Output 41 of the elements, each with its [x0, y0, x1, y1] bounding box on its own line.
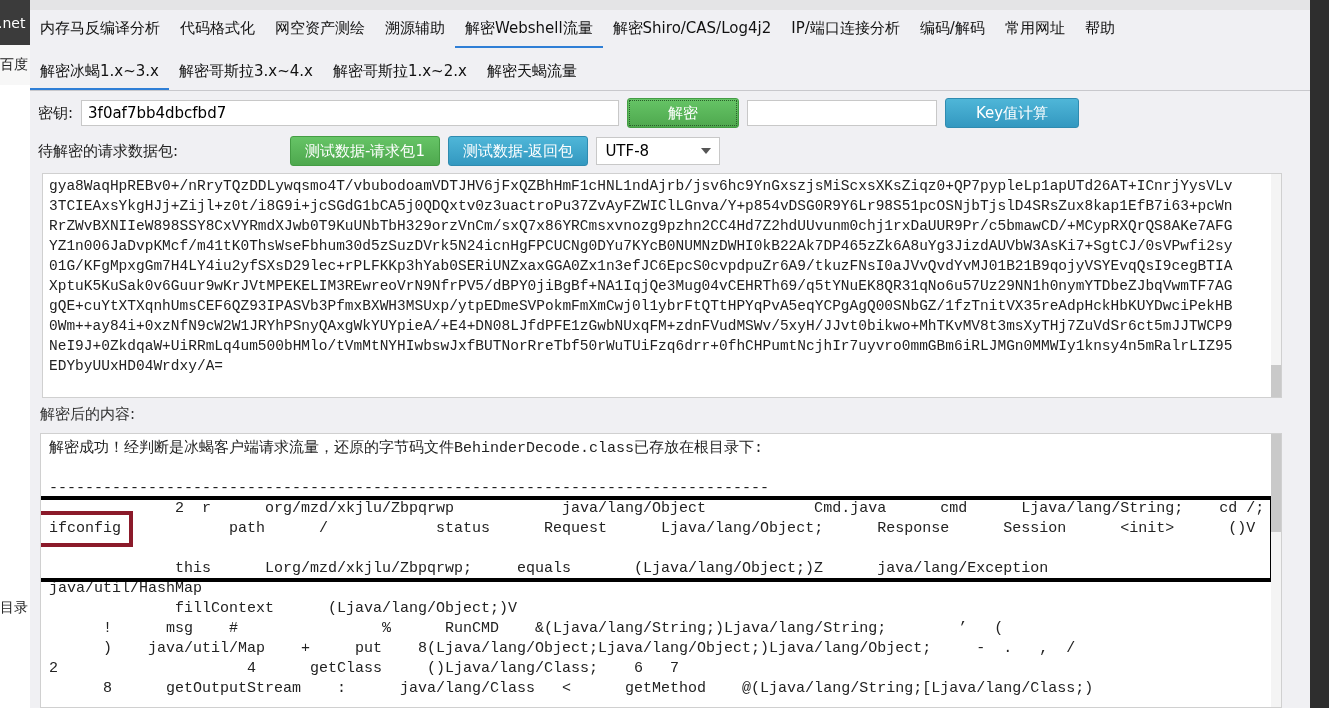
menu-tab[interactable]: 常用网址 — [994, 10, 1075, 48]
output-line: ! msg # % RunCMD &(Ljava/lang/String;)Ljava/lang/String; ’ ( — [102, 619, 1005, 639]
scrollbar[interactable] — [1271, 174, 1281, 397]
scrollbar[interactable] — [1271, 434, 1281, 707]
sub-tab[interactable]: 解密天蝎流量 — [476, 54, 587, 90]
menu-tab[interactable]: 编码/解码 — [909, 10, 995, 48]
menu-tab[interactable]: 解密Shiro/CAS/Log4j2 — [602, 10, 782, 48]
browser-tab-text: .net — [0, 14, 26, 31]
menu-tab[interactable]: 网空资产测绘 — [265, 10, 375, 48]
ciphertext-field[interactable] — [42, 173, 1282, 398]
menu-tab[interactable]: 内存马反编译分析 — [30, 10, 170, 48]
menu-tab[interactable]: 溯源辅助 — [375, 10, 455, 48]
output-line: path / status Request Ljava/lang/Object; Response Session <init> ()V — [228, 520, 1256, 537]
key-calc-input[interactable] — [747, 100, 938, 126]
output-line: java/util/HashMap — [49, 579, 204, 599]
result-label: 解密后的内容: — [40, 405, 137, 425]
sub-tab[interactable]: 解密哥斯拉3.x~4.x — [168, 54, 323, 90]
browser-page-text: 目录 — [0, 599, 28, 617]
key-input[interactable]: 3f0af7bb4dbcfbd7 — [81, 100, 620, 126]
output-line: this Lorg/mzd/xkjlu/Zbpqrwp; equals (Ljava/lang/Object;)Z java/lang/Exception — [174, 559, 1050, 579]
menu-tab[interactable]: 帮助 — [1074, 10, 1125, 48]
request-label: 待解密的请求数据包: — [38, 141, 180, 161]
ciphertext-text: gya8WaqHpREBv0+/nRryTQzDDLywqsmo4T/vbubodoamVDTJHV6jFxQZBhHmF1cHNL1ndAjrb/jsv6hc9YnGxszjsMiScxsXKsZiqz0+QP7pypleLp1apUTd26AT+ICnrjYysVLv 3TCIEAxsYkgHJj+Zijl+z0t/i8G9i+jcSGdG1bCA5j0QDQxtv0z3uactroPu37ZvAyFZWIClLGnva/Y+p854vDSG0R9Y6Lr98S51pcOSNjbTjslD4SRsZux8kap1EfB7i63+pcWn RrZWvBXNIIeW898SSY8CxVYRmdXJwb0T9KuUNbTbH329orzVnCm/sxQ7x86YRCmsxvnozg9pzhn2CC4Hd7Z2hdUUvunm0chj1rxDaUUR9Pr/c5bmawCD/+MCypRXQrQS8AKe7AFG YZ1n006JaDvpKMcf/m41tK0ThsWseFbhum30d5zSuzDVrk5N24icnHgFPCUCNg0DYu7KYcB0NUMNzDWHI0kB22Ak7DP465zZk6A8uYg3JizdAUVbW3AsKi7+SgtCJ/0sVPwfi2sy 01G/KFgMpxgGm7H4LY4iu2yfSXsD29lec+rPLFKKp3hYab0SERiUNZxaxGGA0Zx1n3efJC6EpcS0cvpdpuZr6A9/tkuzFNsI0aJVvQvdYvMJ01B21B9qojyVSYEvqQsI9cegBTIA XptuK5KuSak0v6Guur9wKrJVtMPEKELIM3REwreoVrN9NfrPV5/dBPY0jiBgBf+NA1IqjQe3Mug04vCEHRTh69/q5tYNuEK8QR31qNo6u57Uz29NN1h0nymYTDbeZJbqVwmTF7AG gQE+cuYtXTXqnhUmsCEF6QZ93IPASVb3PfmxBXWH3MSUxp/ytpEDmeSVPokmFmXmCwj0l1ybrFtQTtHPYqPvA5eqYCPgAgQ00SNbGZ/1fzTnitVX35reAdpHckHbKUYDwciPekHB 0Wm++ay84i+0xzNfN9cW2W1JRYhPSnyQAxgWkYUYpieA/+E4+DN08LJfdPFE1zGwbNUxqFM+zdnFVudMSWv/5xyH/JJvt0bikwo+MhTKvMV8t3msXyTHj7ZuVdSr6ct5mJJTWCP9 NeI9J+0ZkdqaW+UiRRmLq4um500bHMlo/tVmMtNYHIwbswJxfBUTNorRreTbf50rWuTUiFzq6drr+0fhCHPumtNcjhIr7uyvro0mmGBm6iRLJMGn0MMWIy1knsy4n5mRalrLIZ95 EDYbyUUxHD04Wrdxy/A= — [48, 177, 1234, 376]
menu-tab[interactable]: 解密Webshell流量 — [455, 10, 603, 48]
output-line: ) java/util/Map + put 8(Ljava/lang/Object;Ljava/lang/Object;)Ljava/lang/Object; - . , / — [102, 639, 1077, 659]
encoding-select[interactable]: UTF-8 — [596, 137, 721, 165]
sub-tab[interactable]: 解密哥斯拉1.x~2.x — [322, 54, 477, 90]
highlighted-text: ifconfig — [41, 511, 133, 547]
menu-tab[interactable]: IP/端口连接分析 — [781, 10, 910, 48]
sub-tab[interactable]: 解密冰蝎1.x~3.x — [30, 54, 169, 90]
output-line: 解密成功！经判断是冰蝎客户端请求流量，还原的字节码文件BehinderDecode.class已存放在根目录下: — [49, 439, 765, 459]
output-line: -------------------------------------------------------------------------------- — [49, 479, 771, 499]
caret-icon — [701, 148, 712, 154]
output-line: 8 getOutputStream : java/lang/Class < getMethod @(Ljava/lang/String;[Ljava/lang/Class;) — [102, 679, 1095, 699]
output-line: 2 4 getClass ()Ljava/lang/Class; 6 7 — [49, 659, 681, 679]
menu-tab[interactable]: 代码格式化 — [170, 10, 265, 48]
output-line: fillContext (Ljava/lang/Object;)V — [174, 599, 519, 619]
output-line: 2 r org/mzd/xkjlu/Zbpqrwp java/lang/Object Cmd.java cmd Ljava/lang/String; cd /; — [174, 499, 1266, 519]
key-label: 密钥: — [38, 103, 74, 123]
bookmark-text: 百度 — [0, 56, 28, 74]
result-field[interactable] — [40, 433, 1282, 708]
